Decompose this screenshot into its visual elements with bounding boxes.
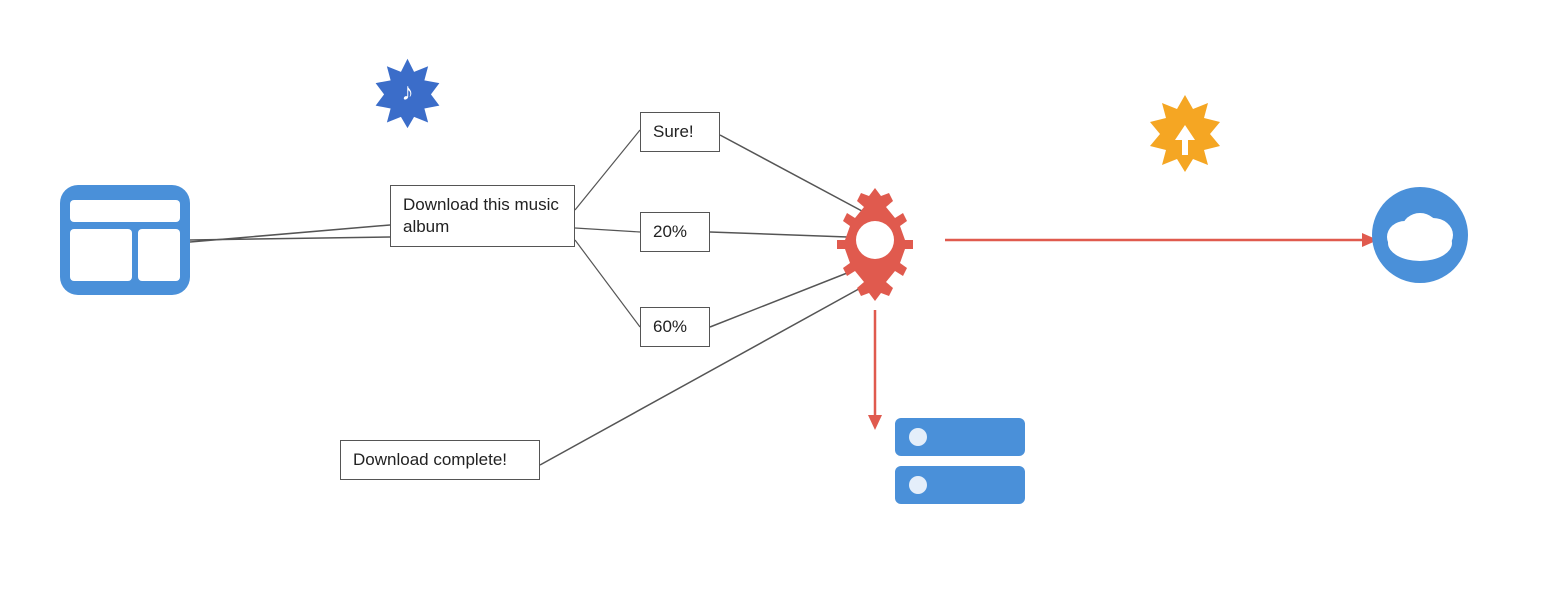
- database-row-1: [895, 418, 1025, 456]
- gear-icon: [810, 175, 940, 305]
- svg-text:♪: ♪: [401, 79, 413, 106]
- music-badge-icon: ♪: [370, 55, 445, 130]
- browser-top-bar: [70, 200, 180, 222]
- download-badge-icon: [1140, 90, 1230, 180]
- browser-content-right: [138, 229, 180, 281]
- download-complete-label: Download complete!: [353, 450, 507, 469]
- database-row-2: [895, 466, 1025, 504]
- cloud-icon: [1365, 185, 1475, 285]
- download-album-label: Download this music album: [403, 195, 559, 236]
- db-circle-2: [909, 476, 927, 494]
- db-circle-1: [909, 428, 927, 446]
- download-album-text-box: Download this music album: [390, 185, 575, 247]
- browser-content-left: [70, 229, 132, 281]
- sure-label: Sure!: [653, 122, 694, 141]
- sure-text-box: Sure!: [640, 112, 720, 152]
- browser-bottom: [70, 229, 180, 281]
- 20-percent-text-box: 20%: [640, 212, 710, 252]
- download-complete-text-box: Download complete!: [340, 440, 540, 480]
- browser-icon: [60, 185, 190, 295]
- 60-percent-text-box: 60%: [640, 307, 710, 347]
- database-container: [895, 418, 1025, 504]
- 60-percent-label: 60%: [653, 317, 687, 336]
- diagram-container: ♪ Download this music album Sure! 20% 60…: [0, 0, 1550, 600]
- connector-lines: [0, 0, 1550, 600]
- 20-percent-label: 20%: [653, 222, 687, 241]
